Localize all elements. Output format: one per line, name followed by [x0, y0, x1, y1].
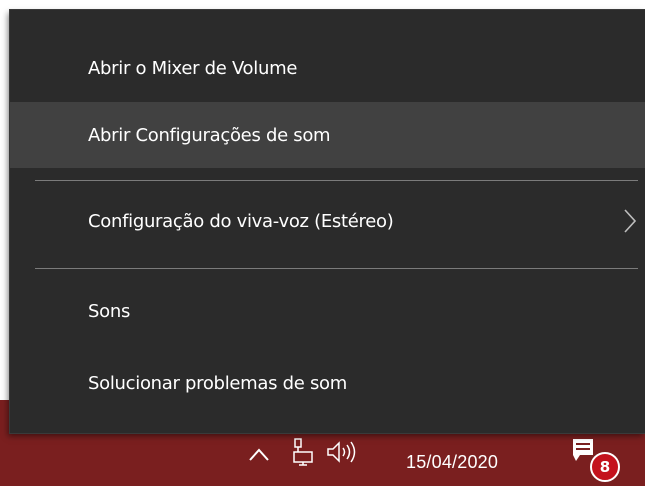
menu-separator	[35, 268, 638, 269]
menu-item-open-sound-settings[interactable]: Abrir Configurações de som	[10, 102, 645, 168]
menu-item-label: Sons	[88, 300, 131, 322]
chevron-right-icon	[623, 208, 637, 234]
menu-item-label: Configuração do viva-voz (Estéreo)	[88, 210, 394, 232]
menu-item-sounds[interactable]: Sons	[10, 278, 645, 344]
menu-item-label: Abrir Configurações de som	[88, 124, 331, 146]
menu-item-open-volume-mixer[interactable]: Abrir o Mixer de Volume	[10, 35, 645, 101]
chevron-up-icon[interactable]	[248, 446, 270, 462]
menu-item-speaker-configuration[interactable]: Configuração do viva-voz (Estéreo)	[10, 188, 645, 254]
volume-context-menu: Abrir o Mixer de Volume Abrir Configuraç…	[10, 10, 645, 433]
network-icon[interactable]	[290, 438, 316, 466]
screen: 15/04/2020 8 Abrir o Mixer de Volume Abr…	[0, 0, 645, 486]
menu-item-troubleshoot-sound[interactable]: Solucionar problemas de som	[10, 350, 645, 416]
menu-separator	[35, 180, 638, 181]
menu-item-label: Abrir o Mixer de Volume	[88, 57, 298, 79]
notification-badge: 8	[590, 452, 620, 482]
speaker-icon[interactable]	[326, 440, 358, 464]
menu-item-label: Solucionar problemas de som	[88, 372, 347, 394]
clock-date[interactable]: 15/04/2020	[406, 452, 498, 473]
